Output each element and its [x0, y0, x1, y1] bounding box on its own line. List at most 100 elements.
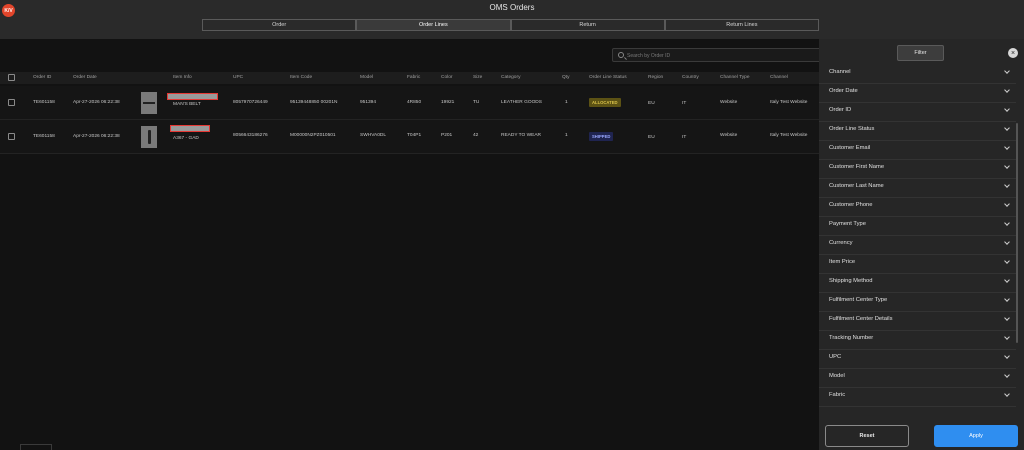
cell-order-id[interactable]: TE601158 — [33, 100, 55, 105]
status-badge: SHIPPED — [589, 132, 614, 141]
filter-item-fulfilment-center-details[interactable]: Fulfilment Center Details — [819, 312, 1016, 331]
close-icon[interactable]: × — [1008, 48, 1018, 58]
filter-item-item-price[interactable]: Item Price — [819, 255, 1016, 274]
item-thumbnail[interactable] — [141, 126, 157, 148]
cell-qty: 1 — [565, 133, 568, 138]
col-header-category[interactable]: Category — [501, 75, 520, 80]
select-all-checkbox[interactable] — [8, 74, 15, 81]
filter-button[interactable]: Filter — [897, 45, 944, 61]
chevron-down-icon — [1004, 201, 1010, 207]
filter-item-label: Currency — [829, 240, 853, 246]
pagination-control[interactable] — [20, 444, 52, 450]
col-header-order-id[interactable]: Order ID — [33, 75, 51, 80]
cell-region: EU — [648, 135, 655, 140]
filter-item-label: Fulfilment Center Details — [829, 316, 893, 322]
row-checkbox[interactable] — [8, 133, 15, 140]
redacted-item-label — [170, 125, 210, 132]
filter-item-payment-type[interactable]: Payment Type — [819, 217, 1016, 236]
cell-color: 19921 — [441, 100, 455, 105]
filter-item-shipping-method[interactable]: Shipping Method — [819, 274, 1016, 293]
status-badge: ALLOCATED — [589, 98, 621, 107]
cell-item-code: M00000N2PZ010501 — [290, 133, 336, 138]
filter-item-label: Shipping Method — [829, 278, 873, 284]
col-header-qty[interactable]: Qty — [562, 75, 569, 80]
chevron-down-icon — [1004, 277, 1010, 283]
col-header-country[interactable]: Country — [682, 75, 699, 80]
col-header-color[interactable]: Color — [441, 75, 452, 80]
chevron-down-icon — [1004, 182, 1010, 188]
filter-item-order-line-status[interactable]: Order Line Status — [819, 122, 1016, 141]
cell-upc: 8057970726449 — [233, 100, 268, 105]
col-header-size[interactable]: Size — [473, 75, 482, 80]
tab-return-lines[interactable]: Return Lines — [664, 19, 819, 31]
col-header-channel-type[interactable]: Channel Type — [720, 75, 750, 80]
cell-region: EU — [648, 101, 655, 106]
col-header-upc[interactable]: UPC — [233, 75, 243, 80]
chevron-down-icon — [1004, 163, 1010, 169]
table-row[interactable]: TE601158 Apr-27-2026 06:22:38 MAN'S BELT… — [0, 86, 820, 120]
top-bar: K/V OMS Orders Order Order Lines Return … — [0, 0, 1024, 39]
reset-button[interactable]: Reset — [825, 425, 909, 447]
cell-country: IT — [682, 135, 687, 140]
cell-upc: 8056643186276 — [233, 133, 268, 138]
filter-item-customer-first-name[interactable]: Customer First Name — [819, 160, 1016, 179]
filter-item-label: Customer Phone — [829, 202, 873, 208]
filter-scrollbar[interactable] — [1016, 123, 1018, 343]
filter-item-channel[interactable]: Channel — [819, 65, 1016, 84]
filter-item-tracking-number[interactable]: Tracking Number — [819, 331, 1016, 350]
filter-item-currency[interactable]: Currency — [819, 236, 1016, 255]
filter-item-fabric[interactable]: Fabric — [819, 388, 1016, 407]
cell-model: 951394 — [360, 100, 377, 105]
filter-item-order-id[interactable]: Order ID — [819, 103, 1016, 122]
filter-item-fulfilment-center-type[interactable]: Fulfilment Center Type — [819, 293, 1016, 312]
filter-list: Channel Order Date Order ID Order Line S… — [819, 65, 1019, 423]
filter-item-order-date[interactable]: Order Date — [819, 84, 1016, 103]
col-header-item-code[interactable]: Item Code — [290, 75, 312, 80]
col-header-order-date[interactable]: Order Date — [73, 75, 97, 80]
col-header-channel[interactable]: Channel — [770, 75, 788, 80]
chevron-down-icon — [1004, 334, 1010, 340]
filter-item-label: Order ID — [829, 107, 852, 113]
col-header-item-info[interactable]: Item Info — [173, 75, 192, 80]
filter-item-label: Order Line Status — [829, 126, 875, 132]
item-thumbnail[interactable] — [141, 92, 157, 114]
chevron-down-icon — [1004, 353, 1010, 359]
table-row[interactable]: TE601158 Apr-27-2026 06:22:38 A367 - GAD… — [0, 120, 820, 154]
filter-item-label: Fabric — [829, 392, 846, 398]
filter-item-label: Customer Last Name — [829, 183, 884, 189]
search-icon — [618, 52, 624, 58]
col-header-region[interactable]: Region — [648, 75, 663, 80]
col-header-fabric[interactable]: Fabric — [407, 75, 420, 80]
cell-channel-type: Website — [720, 100, 738, 105]
filter-item-label: Payment Type — [829, 221, 866, 227]
cell-channel: Italy Test Website — [770, 133, 808, 138]
cell-order-id[interactable]: TE601158 — [33, 134, 55, 139]
col-header-model[interactable]: Model — [360, 75, 373, 80]
search-input[interactable] — [627, 50, 817, 61]
tab-order[interactable]: Order — [202, 19, 357, 31]
cell-country: IT — [682, 101, 687, 106]
cell-fabric: T04P1 — [407, 133, 422, 138]
apply-button[interactable]: Apply — [934, 425, 1018, 447]
filter-item-label: Item Price — [829, 259, 856, 265]
filter-item-customer-phone[interactable]: Customer Phone — [819, 198, 1016, 217]
filter-item-customer-last-name[interactable]: Customer Last Name — [819, 179, 1016, 198]
chevron-down-icon — [1004, 106, 1010, 112]
filter-item-upc[interactable]: UPC — [819, 350, 1016, 369]
filter-item-label: Order Date — [829, 88, 858, 94]
filter-item-label: Tracking Number — [829, 335, 874, 341]
filter-item-label: Channel — [829, 69, 851, 75]
tab-order-lines[interactable]: Order Lines — [356, 19, 511, 31]
tab-return[interactable]: Return — [510, 19, 665, 31]
chevron-down-icon — [1004, 391, 1010, 397]
filter-item-customer-email[interactable]: Customer Email — [819, 141, 1016, 160]
col-header-order-line-status[interactable]: Order Line Status — [589, 75, 627, 80]
row-checkbox[interactable] — [8, 99, 15, 106]
cell-channel-type: Website — [720, 133, 738, 138]
chevron-down-icon — [1004, 239, 1010, 245]
filter-item-model[interactable]: Model — [819, 369, 1016, 388]
chevron-down-icon — [1004, 68, 1010, 74]
filter-item-label: Fulfilment Center Type — [829, 297, 888, 303]
cell-fabric: 4R850 — [407, 100, 422, 105]
filter-item-label: UPC — [829, 354, 842, 360]
